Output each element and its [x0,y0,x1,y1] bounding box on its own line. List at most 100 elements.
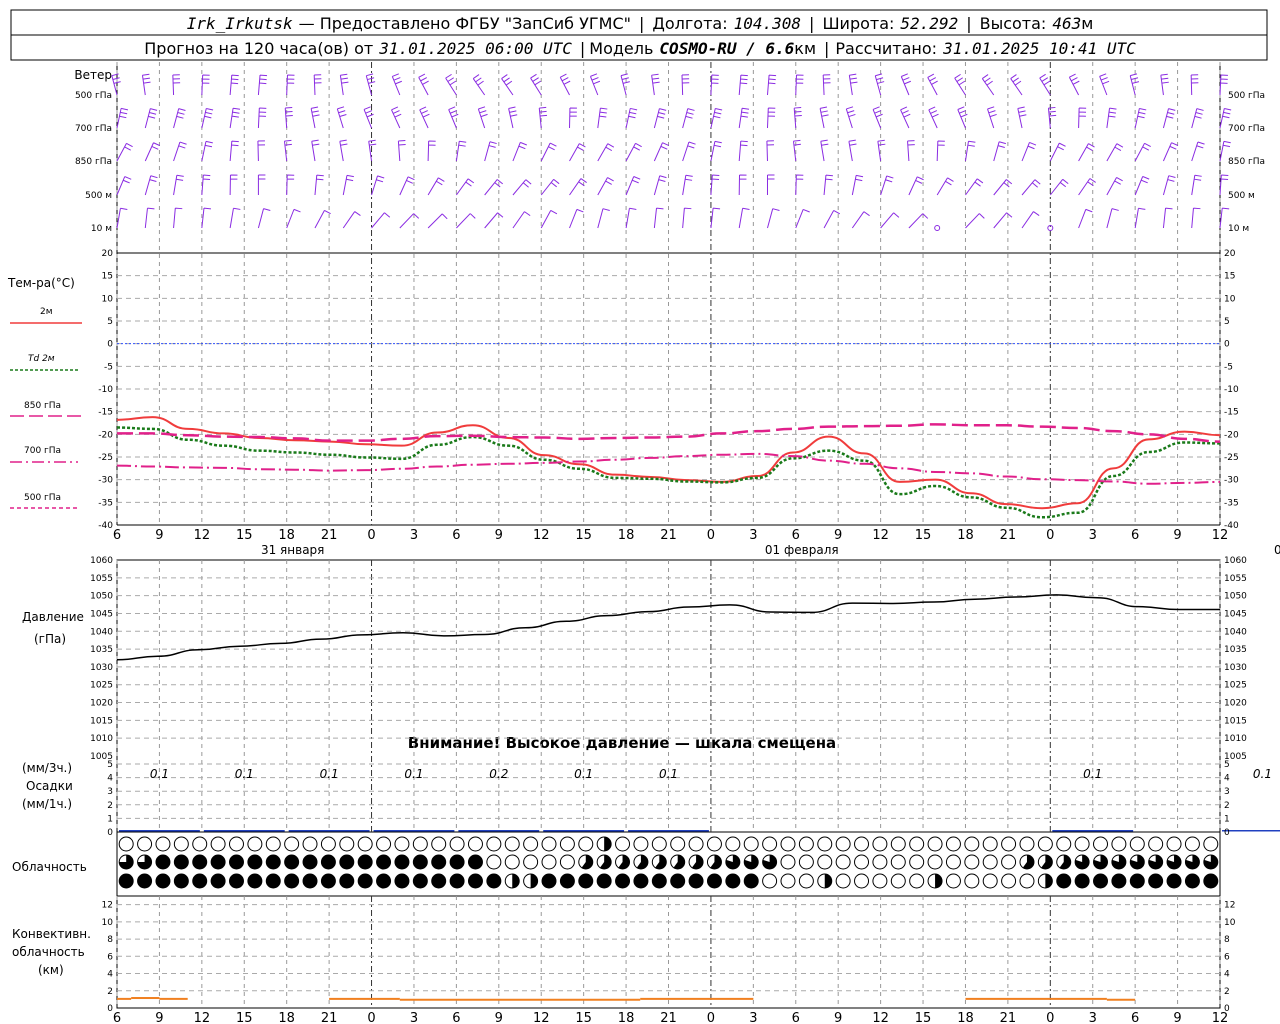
wind-barb-2-0 [116,142,133,162]
svg-text:2м: 2м [40,307,53,317]
conv-tick-right-6: 0 [1224,1004,1230,1014]
cloud-symbol-0-14 [376,836,392,852]
wind-barb-3-19 [653,175,667,196]
precip-label-3: 0.1 [404,767,423,781]
cloud-symbol-0-31 [688,836,704,852]
precip-tick-right-4: 4 [1224,774,1230,784]
time-tick-lower-2: 12 [194,1011,211,1024]
wind-barb-1-22 [738,107,750,129]
wind-barb-0-25 [822,74,831,96]
wind-barb-4-11 [427,213,448,229]
time-tick-lower-9: 9 [495,1011,503,1024]
temp-tick-left-10: -30 [98,476,113,486]
conv-tick-left-2: 8 [107,935,113,945]
cloud-symbol-0-53 [1093,836,1109,852]
cloud-symbol-1-20 [486,854,502,870]
wind-barb-1-23 [766,107,776,129]
cloud-symbol-0-30 [670,836,686,852]
wind-barb-4-12 [456,213,476,229]
wind-barb-3-35 [1106,177,1123,196]
wind-barb-0-21 [710,74,719,96]
cloud-symbol-2-53 [1093,873,1109,889]
wind-barb-0-36 [1129,73,1140,96]
cloud-symbol-2-59 [1203,873,1219,889]
wind-barb-2-4 [229,140,239,162]
provider-text: — Предоставлено ФГБУ "ЗапСиб УГМС" [299,14,631,33]
station-name: Irk_Irkutsk [187,14,293,33]
time-tick-lower-16: 6 [792,1011,800,1024]
precip-bar-0 [119,830,200,832]
wind-barb-3-5 [257,174,266,196]
wind-barb-4-23 [767,208,780,229]
time-tick-upper-6: 0 [367,528,375,543]
cloud-symbol-2-48 [1001,873,1017,889]
precip-label-6: 0.1 [659,767,678,781]
cloud-symbol-0-0 [118,836,134,852]
press-tick-left-6: 1030 [90,663,113,673]
wind-barb-3-9 [371,175,385,196]
wind-barb-2-27 [877,139,886,162]
cloud-symbol-2-3 [173,873,189,889]
wind-barb-3-0 [116,176,132,196]
cloud-symbol-0-42 [890,836,906,852]
wind-barb-4-2 [173,207,183,229]
wind-barb-1-32 [1017,106,1027,129]
temp-tick-left-2: 10 [102,294,114,304]
svg-text:500 гПа: 500 гПа [1228,91,1265,101]
wind-barb-3-23 [766,174,775,196]
wind-barb-2-6 [283,139,292,162]
temp-tick-left-12: -40 [98,521,113,531]
wind-barb-1-35 [1106,107,1117,129]
svg-text:10 м: 10 м [91,224,112,234]
wind-barb-3-21 [710,174,720,196]
cloud-symbol-2-27 [615,873,631,889]
wind-barb-4-35 [1106,208,1119,229]
wind-barb-0-18 [620,73,630,96]
time-tick-lower-12: 18 [618,1011,635,1024]
cloud-symbol-0-6 [228,836,244,852]
wind-barb-0-10 [391,73,402,96]
cloud-symbol-0-10 [302,836,318,852]
svg-text:Тем-ра(°C): Тем-ра(°C) [7,276,75,290]
precip-tick-left-1: 1 [107,814,113,824]
time-tick-upper-18: 12 [872,528,889,543]
wind-barb-3-7 [314,174,324,196]
conv-tick-left-3: 6 [107,952,113,962]
cloud-symbol-1-46 [964,854,980,870]
press-tick-right-5: 1035 [1224,645,1247,655]
cloud-symbol-2-54 [1111,873,1127,889]
wind-barb-2-1 [144,142,161,162]
press-tick-left-3: 1045 [90,609,113,619]
temp-tick-left-4: 0 [107,340,113,350]
cloud-symbol-2-11 [320,873,336,889]
cloud-symbol-1-47 [982,854,998,870]
time-tick-upper-8: 6 [452,528,460,543]
cloud-symbol-2-9 [284,873,300,889]
wind-barb-3-12 [455,178,475,196]
time-tick-lower-24: 6 [1131,1011,1139,1024]
cloud-label: Облачность [12,860,87,874]
wind-calm-4-29 [934,225,941,231]
wind-barb-2-30 [964,140,976,162]
time-tick-lower-22: 0 [1046,1011,1054,1024]
wind-barb-3-29 [936,177,954,196]
wind-barb-4-27 [880,212,900,229]
cloud-symbol-0-34 [743,836,759,852]
wind-barb-2-33 [1049,142,1066,162]
precip-label-5: 0.1 [574,767,593,781]
cloud-symbol-2-18 [449,873,465,889]
wind-barb-4-6 [286,208,301,229]
precipitation-marks: 0.10.10.10.10.20.10.10.10.10.10.10.10.1 [119,767,1280,832]
cloud-symbol-2-47 [982,873,998,889]
time-tick-upper-15: 3 [749,528,757,543]
cloud-symbol-2-24 [559,873,575,889]
wind-barb-1-34 [1078,107,1087,129]
cloud-symbol-2-26 [596,873,612,889]
time-tick-upper-1: 9 [155,528,163,543]
svg-text:10 м: 10 м [1228,224,1249,234]
cloud-symbol-1-10 [302,854,318,870]
cloud-symbol-0-55 [1129,836,1145,852]
time-tick-upper-3: 15 [236,528,253,543]
wind-barb-1-25 [819,106,829,129]
wind-barb-0-2 [172,74,181,96]
